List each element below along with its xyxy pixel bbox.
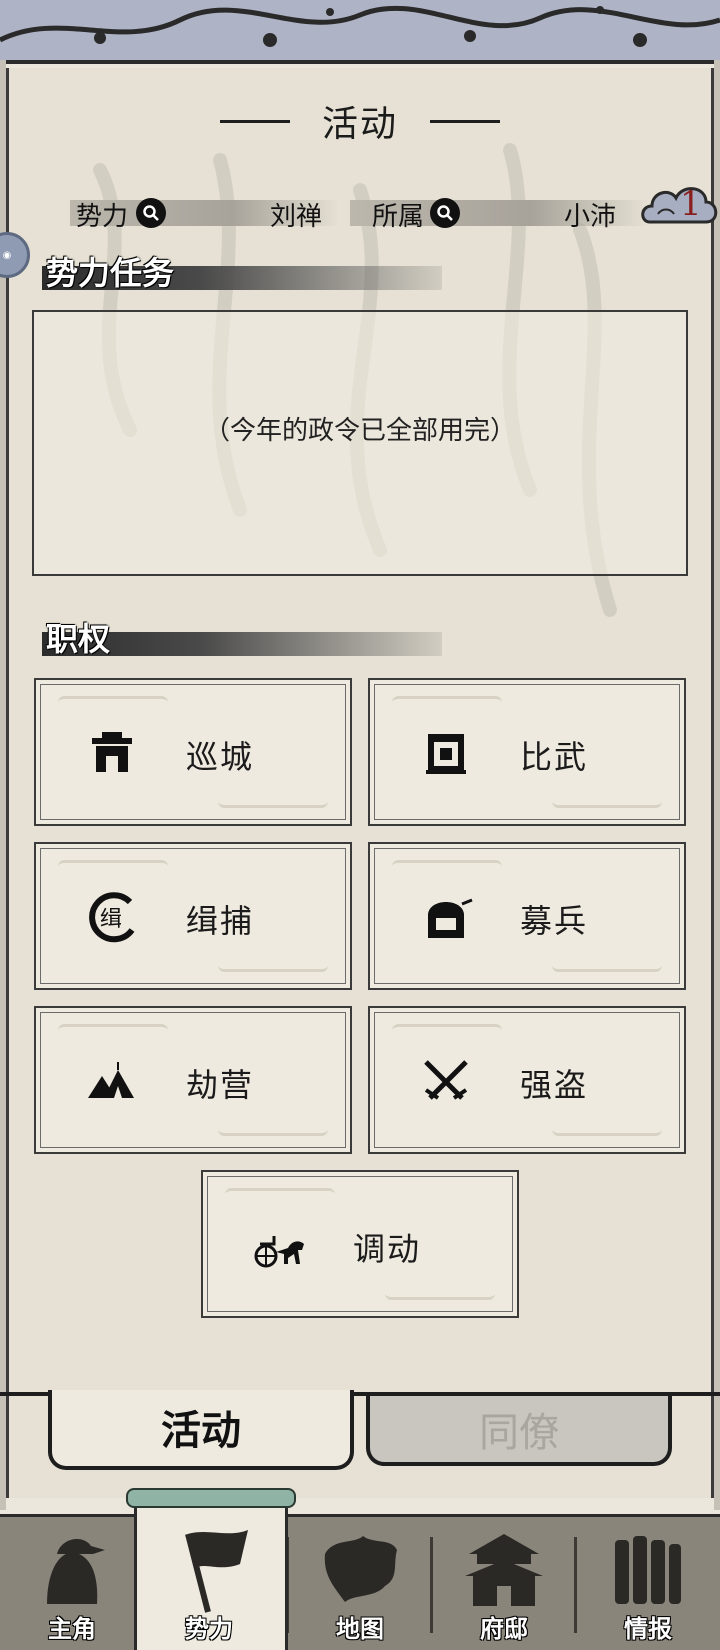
task-list-box: （今年的政令已全部用完）: [32, 310, 688, 576]
power-label: 比武: [520, 738, 589, 776]
nav-faction[interactable]: 势力: [137, 1514, 281, 1650]
badge-count: 1: [680, 184, 702, 224]
soldier-helmet-icon: [428, 898, 473, 938]
nav-label: 情报: [624, 1614, 672, 1643]
faction-info-bar: 势力 刘禅 所属 小沛: [70, 196, 670, 232]
orb-icon: ◉: [2, 249, 12, 261]
nav-label: 主角: [48, 1614, 96, 1643]
svg-text:缉: 缉: [100, 907, 122, 932]
nav-hero[interactable]: 主角: [0, 1514, 144, 1650]
arena-icon: [426, 734, 466, 774]
nav-label: 势力: [185, 1614, 233, 1643]
map-icon: [324, 1536, 397, 1602]
tab-label: 同僚: [479, 1410, 559, 1456]
belong-label: 所属: [372, 202, 425, 232]
power-label: 募兵: [520, 902, 589, 940]
nav-active-scroll-cap: [126, 1488, 296, 1508]
power-card-raid[interactable]: 劫营: [34, 1006, 352, 1154]
belong-value: 小沛: [564, 202, 617, 232]
power-label: 强盗: [520, 1066, 589, 1104]
city-gate-icon: [92, 732, 132, 772]
app-root: 活动 势力 刘禅 所属 小沛 1 ◉ 势力任务 （今年的政令已全部用完） 职权 …: [0, 0, 720, 1650]
top-decorative-band: [0, 0, 720, 64]
tab-colleagues[interactable]: 同僚: [366, 1396, 672, 1466]
power-label: 巡城: [186, 738, 255, 776]
faction-flag-icon: [185, 1530, 248, 1613]
power-label: 缉捕: [186, 902, 255, 940]
tab-activities[interactable]: 活动: [48, 1390, 354, 1470]
faction-label: 势力: [76, 202, 129, 232]
faction-search-button[interactable]: [136, 198, 166, 228]
power-card-transfer[interactable]: 调动: [201, 1170, 519, 1318]
mansion-icon: [465, 1534, 543, 1606]
sub-tab-bar: 活动 同僚: [0, 1390, 720, 1520]
chariot-icon: [254, 1236, 304, 1268]
nav-mansion[interactable]: 府邸: [432, 1514, 576, 1650]
tab-label: 活动: [161, 1407, 241, 1454]
camp-tents-icon: [88, 1062, 134, 1098]
task-empty-message: （今年的政令已全部用完）: [203, 415, 516, 446]
nav-intel[interactable]: 情报: [576, 1514, 720, 1650]
scrolls-icon: [615, 1536, 681, 1604]
power-card-recruit[interactable]: 募兵: [368, 842, 686, 990]
power-label: 劫营: [186, 1066, 255, 1104]
powers-section-header: 职权: [42, 620, 442, 658]
faction-value: 刘禅: [270, 202, 323, 232]
arrest-seal-icon: 缉: [89, 892, 135, 943]
search-icon: [437, 205, 453, 221]
right-edge: [714, 60, 720, 1510]
tasks-section-title: 势力任务: [46, 254, 175, 292]
hero-portrait-icon: [47, 1539, 105, 1604]
powers-section-title: 职权: [46, 620, 111, 658]
page-title: 活动: [321, 104, 398, 145]
crossed-swords-icon: [424, 1060, 468, 1100]
power-card-bandit[interactable]: 强盗: [368, 1006, 686, 1154]
belong-search-button[interactable]: [430, 198, 460, 228]
power-card-duel[interactable]: 比武: [368, 678, 686, 826]
power-label: 调动: [353, 1230, 422, 1268]
search-icon: [143, 205, 159, 221]
notification-badge[interactable]: 1: [640, 178, 720, 238]
nav-label: 地图: [336, 1614, 384, 1643]
nav-map[interactable]: 地图: [288, 1514, 432, 1650]
page-title-group: 活动: [220, 95, 500, 145]
power-card-patrol[interactable]: 巡城: [34, 678, 352, 826]
tasks-section-header: 势力任务: [42, 254, 442, 292]
nav-label: 府邸: [480, 1614, 528, 1643]
power-card-arrest[interactable]: 缉 缉捕: [34, 842, 352, 990]
